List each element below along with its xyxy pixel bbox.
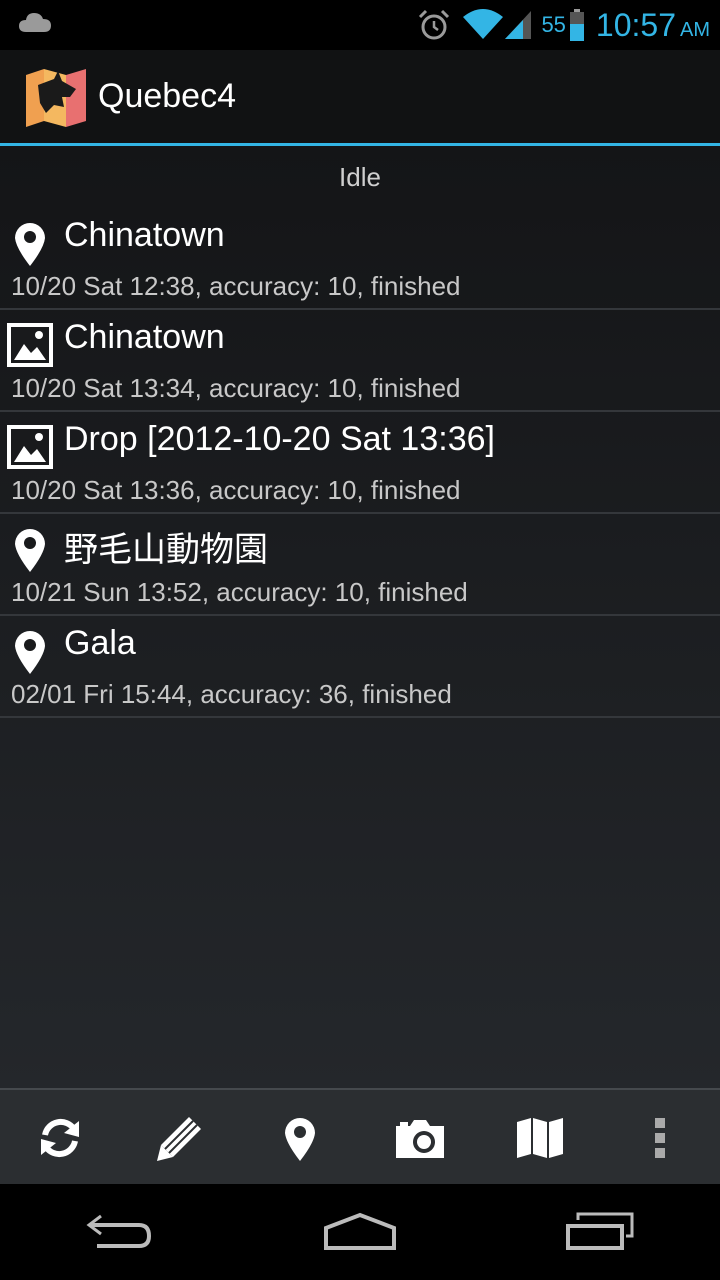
map-pin-icon [285,1118,315,1161]
item-title: 野毛山動物園 [64,531,268,569]
item-subtitle: 10/20 Sat 13:36, accuracy: 10, finished [11,475,461,505]
clock-time: 10:57 [595,6,676,43]
clock-ampm: AM [680,18,710,41]
list-item[interactable]: 野毛山動物園 10/21 Sun 13:52, accuracy: 10, fi… [0,514,720,616]
map-icon [517,1118,563,1158]
item-title: Chinatown [64,318,225,356]
back-button[interactable] [50,1184,190,1280]
bottom-action-bar [0,1088,720,1186]
item-subtitle: 10/20 Sat 13:34, accuracy: 10, finished [11,373,461,403]
map-pin-icon [8,626,52,676]
camera-icon [396,1120,444,1158]
recent-apps-icon [566,1212,634,1250]
map-pin-icon [8,524,52,574]
sync-button[interactable] [0,1090,120,1186]
status-text: Idle [339,162,381,192]
status-bar: 55 10:57 AM [0,0,720,50]
quebec4-logo-icon[interactable] [24,67,88,131]
home-icon [324,1212,396,1250]
overflow-menu-button[interactable] [600,1090,720,1186]
map-button[interactable] [480,1090,600,1186]
action-bar: Quebec4 [0,50,720,146]
back-icon [86,1214,152,1248]
clock: 10:57 AM [596,7,710,44]
item-title: Chinatown [64,216,225,254]
battery-icon [569,9,584,41]
item-title: Gala [64,624,136,662]
wifi-icon [463,9,504,41]
recent-apps-button[interactable] [530,1184,670,1280]
home-button[interactable] [290,1184,430,1280]
sync-icon [41,1118,79,1158]
item-subtitle: 10/21 Sun 13:52, accuracy: 10, finished [11,577,468,607]
signal-icon [505,9,532,41]
system-nav-bar [0,1184,720,1280]
list-item[interactable]: Chinatown 10/20 Sat 13:34, accuracy: 10,… [0,310,720,412]
camera-button[interactable] [360,1090,480,1186]
battery-percent: 55 [541,12,566,37]
image-icon [7,320,53,370]
list-item[interactable]: Gala 02/01 Fri 15:44, accuracy: 36, fini… [0,616,720,718]
item-subtitle: 10/20 Sat 12:38, accuracy: 10, finished [11,271,461,301]
list-item[interactable]: Chinatown 10/20 Sat 12:38, accuracy: 10,… [0,208,720,310]
pencil-icon [157,1117,201,1161]
item-title: Drop [2012-10-20 Sat 13:36] [64,420,495,458]
image-icon [7,422,53,472]
alarm-icon [417,8,451,42]
overflow-menu-icon [655,1118,665,1158]
item-subtitle: 02/01 Fri 15:44, accuracy: 36, finished [11,679,452,709]
app-title: Quebec4 [98,77,236,115]
add-location-button[interactable] [240,1090,360,1186]
edit-button[interactable] [120,1090,240,1186]
cloud-icon [18,10,52,40]
map-pin-icon [8,218,52,268]
main-content: Idle Chinatown 10/20 Sat 12:38, accuracy… [0,146,720,1088]
list-item[interactable]: Drop [2012-10-20 Sat 13:36] 10/20 Sat 13… [0,412,720,514]
